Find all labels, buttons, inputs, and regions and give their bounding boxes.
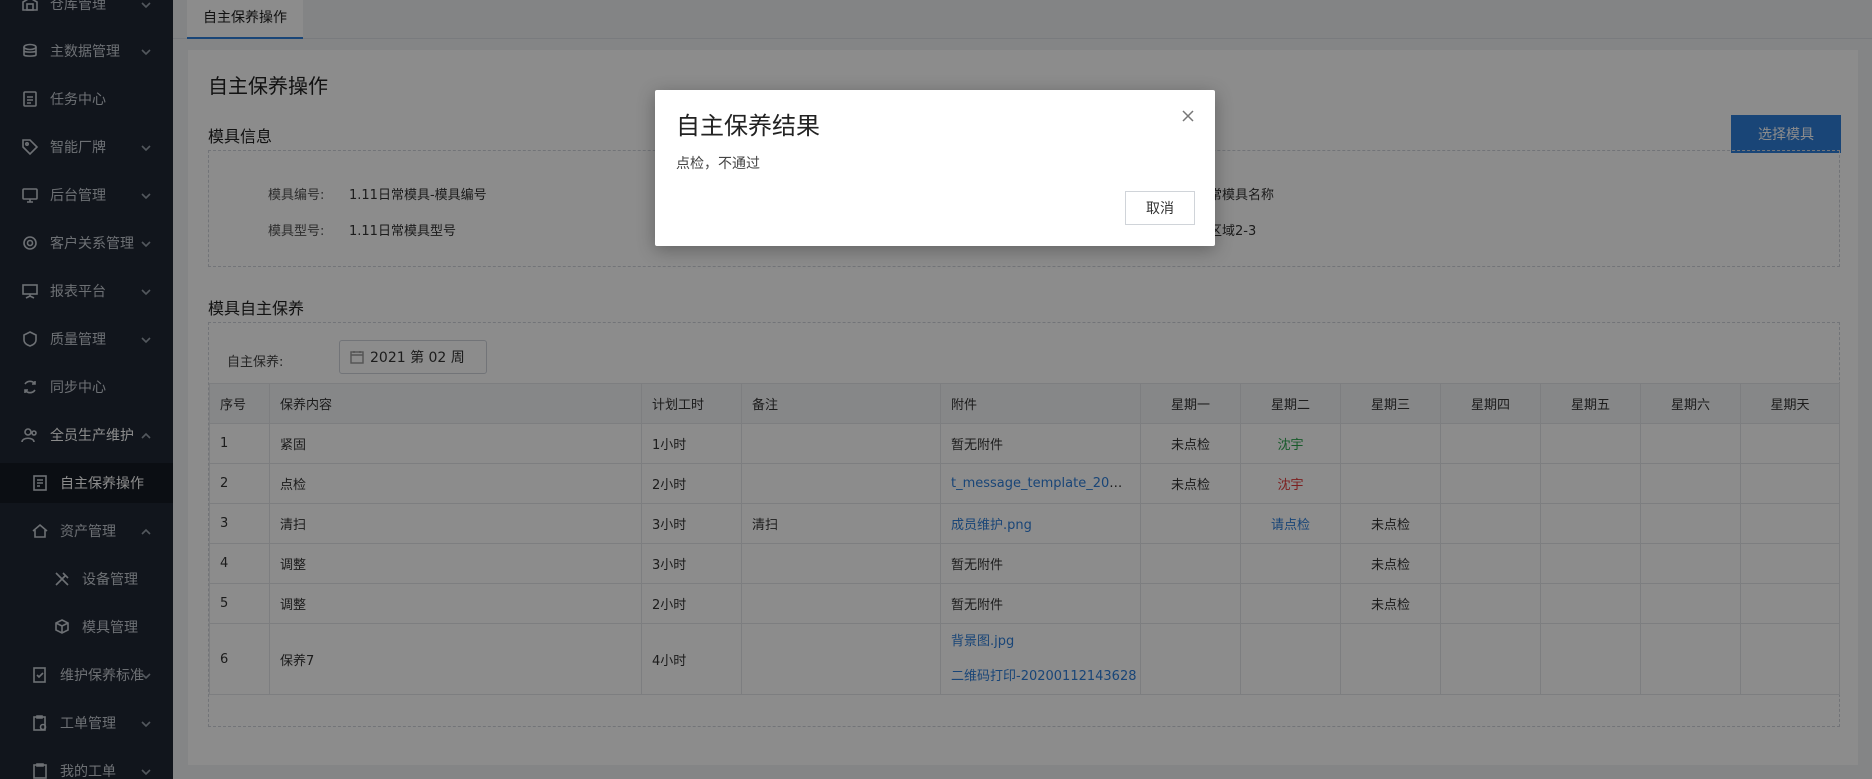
cancel-button[interactable]: 取消 [1125,191,1195,225]
dialog-message: 点检，不通过 [676,156,760,172]
close-icon[interactable] [1181,108,1197,124]
dialog-title: 自主保养结果 [676,112,820,140]
maintenance-result-dialog: 自主保养结果 点检，不通过 取消 [655,90,1215,246]
